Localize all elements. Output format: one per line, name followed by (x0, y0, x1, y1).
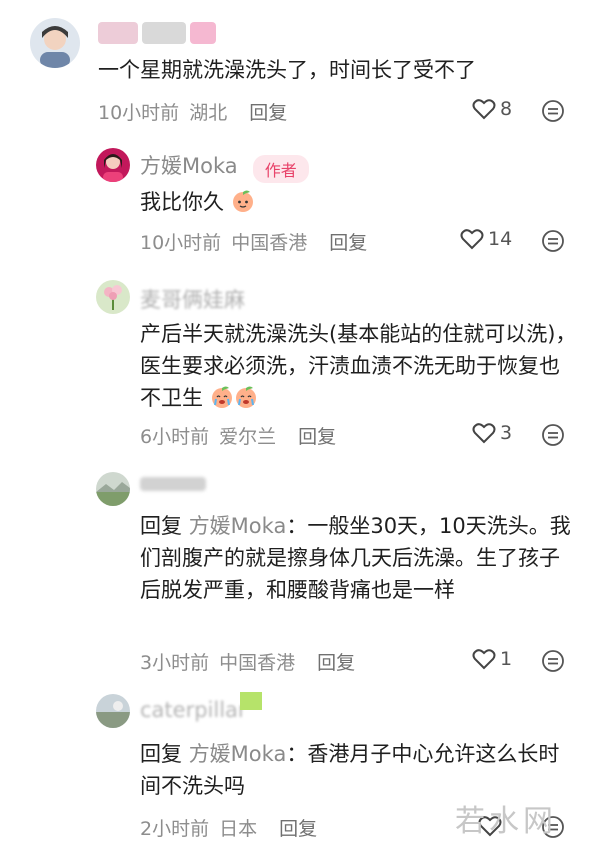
avatar[interactable] (96, 148, 130, 182)
username-blurred[interactable] (140, 476, 210, 494)
like-button[interactable]: 8 (472, 98, 512, 120)
like-button[interactable]: 1 (472, 648, 512, 670)
heart-icon (472, 649, 496, 670)
heart-icon (472, 99, 496, 120)
more-dots-icon[interactable] (541, 423, 565, 451)
comment-time: 10小时前 (98, 102, 180, 124)
username-row: 方媛Moka 作者 (140, 150, 309, 183)
green-badge-icon (240, 692, 262, 710)
username[interactable]: 麦哥俩娃麻 (140, 284, 245, 314)
reply-to-user[interactable]: 方媛Moka (189, 514, 287, 538)
like-button[interactable]: 3 (472, 422, 512, 444)
reply-button[interactable]: 回复 (298, 422, 336, 449)
comment-location: 爱尔兰 (219, 426, 277, 448)
peach-emoji-icon (232, 190, 253, 212)
crying-emoji-icon (235, 386, 256, 408)
like-count: 3 (500, 422, 513, 444)
heart-icon (460, 229, 484, 250)
comment-time: 2小时前 (140, 818, 210, 840)
like-count: 14 (488, 228, 513, 250)
more-dots-icon[interactable] (541, 99, 565, 127)
comment-time: 10小时前 (140, 232, 222, 254)
comment-meta: 3小时前 中国香港 回复 (140, 648, 355, 675)
comment-text: 产后半天就洗澡洗头(基本能站的住就可以洗)，医生要求必须洗，汗渍血渍不洗无助于恢… (140, 318, 580, 414)
comment-meta: 10小时前 湖北 回复 (98, 98, 287, 125)
watermark: 若水网 (455, 804, 557, 839)
reply-button[interactable]: 回复 (279, 814, 317, 841)
like-button[interactable]: 14 (460, 228, 512, 250)
reply-to-user[interactable]: 方媛Moka (189, 742, 287, 766)
author-badge: 作者 (252, 154, 309, 183)
avatar[interactable] (30, 18, 80, 68)
comment-location: 中国香港 (231, 232, 308, 254)
comment-text: 一个星期就洗澡洗头了，时间长了受不了 (98, 58, 476, 82)
comment-text-content: 产后半天就洗澡洗头(基本能站的住就可以洗)，医生要求必须洗，汗渍血渍不洗无助于恢… (140, 322, 577, 410)
crying-emoji-icon (211, 386, 232, 408)
comment-location: 日本 (219, 818, 258, 840)
comment-text: 回复 方媛Moka：一般坐30天，10天洗头。我们剖腹产的就是擦身体几天后洗澡。… (140, 510, 580, 606)
comment-time: 3小时前 (140, 652, 210, 674)
comment-location: 中国香港 (219, 652, 296, 674)
username[interactable]: 方媛Moka (140, 154, 238, 178)
comment-meta: 10小时前 中国香港 回复 (140, 228, 367, 255)
like-count: 1 (500, 648, 513, 670)
avatar[interactable] (96, 694, 130, 728)
more-dots-icon[interactable] (541, 229, 565, 257)
reply-button[interactable]: 回复 (329, 228, 367, 255)
heart-icon (472, 423, 496, 444)
reply-prefix: 回复 (140, 514, 182, 538)
comment-text: 回复 方媛Moka：香港月子中心允许这么长时间不洗头吗 (140, 738, 580, 802)
comment-time: 6小时前 (140, 426, 210, 448)
reply-prefix: 回复 (140, 742, 182, 766)
comment-meta: 2小时前 日本 回复 (140, 814, 317, 841)
avatar[interactable] (96, 472, 130, 506)
comment-location: 湖北 (189, 102, 228, 124)
like-count: 8 (500, 98, 513, 120)
reply-button[interactable]: 回复 (249, 98, 287, 125)
reply-button[interactable]: 回复 (317, 648, 355, 675)
more-dots-icon[interactable] (541, 649, 565, 677)
avatar[interactable] (96, 280, 130, 314)
comment-text: 我比你久 (140, 186, 255, 218)
comment-meta: 6小时前 爱尔兰 回复 (140, 422, 336, 449)
username[interactable]: caterpillar (140, 698, 247, 722)
comment-text-content: 我比你久 (140, 190, 224, 214)
username-blurred[interactable] (98, 22, 218, 44)
